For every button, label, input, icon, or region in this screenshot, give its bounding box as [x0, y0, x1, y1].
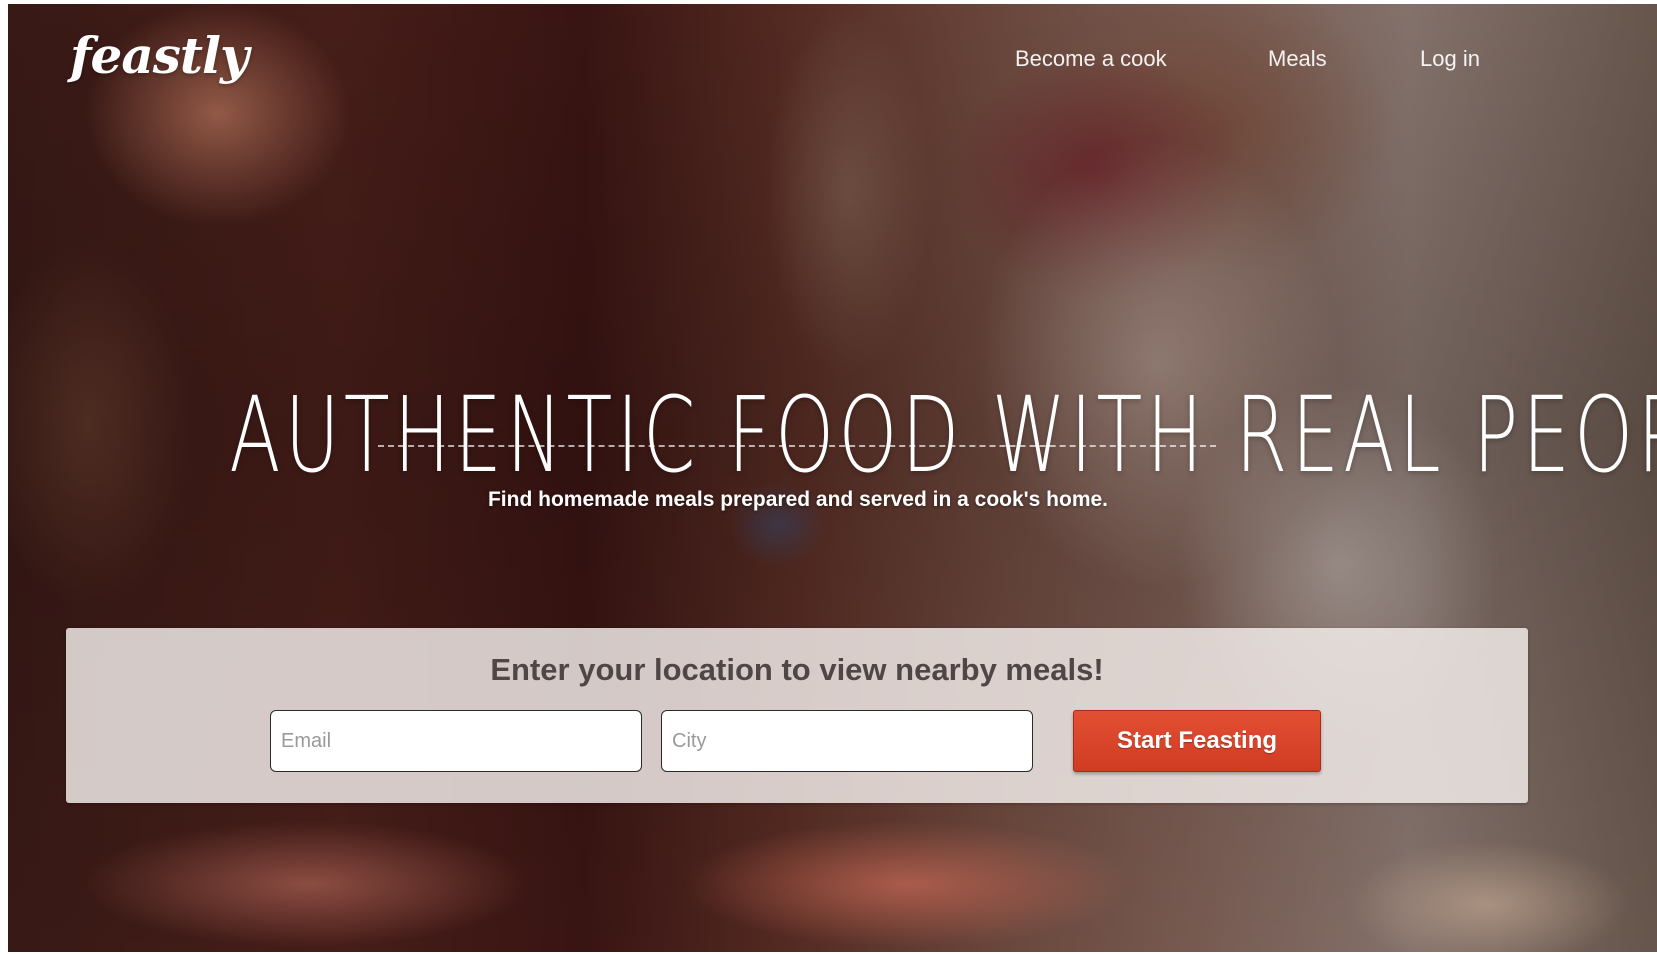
nav-log-in[interactable]: Log in — [1420, 46, 1480, 72]
top-nav: Become a cook Meals Log in — [8, 46, 1657, 86]
hero-background: feastly Become a cook Meals Log in AUTHE… — [8, 4, 1657, 952]
hero-divider — [378, 445, 1216, 447]
start-feasting-button[interactable]: Start Feasting — [1073, 710, 1321, 772]
nav-meals[interactable]: Meals — [1268, 46, 1327, 72]
email-input[interactable] — [270, 710, 642, 772]
hero-subtitle: Find homemade meals prepared and served … — [487, 488, 1109, 511]
city-input[interactable] — [661, 710, 1033, 772]
search-heading: Enter your location to view nearby meals… — [490, 652, 1104, 687]
location-search-panel: Enter your location to view nearby meals… — [66, 628, 1528, 803]
hero-title: AUTHENTIC FOOD WITH REAL PEOPLE — [229, 373, 1657, 496]
nav-become-a-cook[interactable]: Become a cook — [1015, 46, 1167, 72]
